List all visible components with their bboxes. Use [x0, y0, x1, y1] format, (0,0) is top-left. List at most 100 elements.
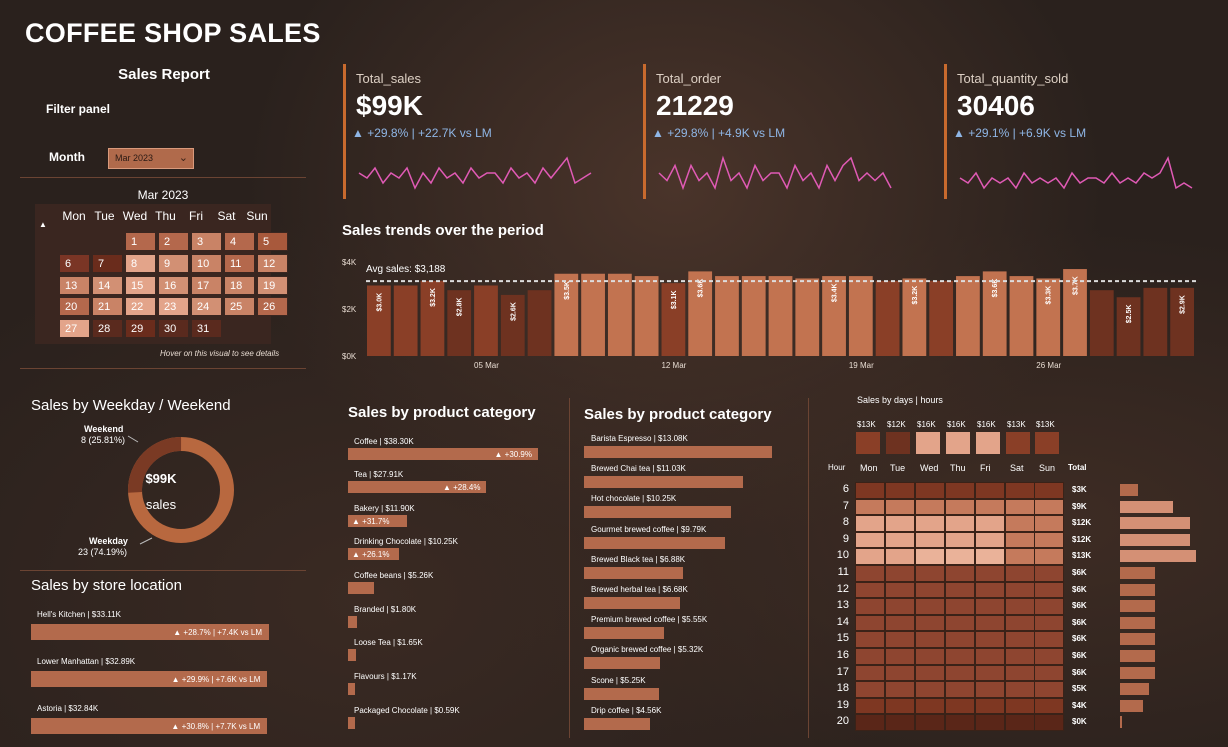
- product-type-bar[interactable]: [584, 566, 683, 579]
- heatmap-cell[interactable]: [915, 498, 945, 516]
- heatmap-cell[interactable]: [885, 648, 915, 665]
- calendar-day[interactable]: 1: [125, 232, 156, 251]
- heatmap-cell[interactable]: [975, 498, 1005, 516]
- heatmap-cell[interactable]: [915, 614, 945, 632]
- heatmap-cell[interactable]: [945, 482, 975, 499]
- calendar-day[interactable]: 13: [59, 275, 90, 295]
- calendar-day[interactable]: 15: [125, 275, 156, 295]
- heatmap-cell[interactable]: [915, 531, 945, 549]
- category-bar[interactable]: [348, 683, 355, 695]
- heatmap-cell[interactable]: [945, 581, 975, 599]
- heatmap-cell[interactable]: [945, 548, 975, 565]
- heatmap-cell[interactable]: [855, 664, 885, 682]
- heatmap-cell[interactable]: [1034, 614, 1064, 632]
- heatmap-cell[interactable]: [915, 631, 945, 648]
- heatmap-cell[interactable]: [1005, 548, 1035, 565]
- product-type-bar[interactable]: [584, 536, 725, 549]
- heatmap-cell[interactable]: [1005, 648, 1035, 665]
- heatmap-cell[interactable]: [885, 581, 915, 599]
- calendar-day[interactable]: 11: [224, 253, 255, 273]
- heatmap-cell[interactable]: [915, 598, 945, 615]
- calendar-day[interactable]: 9: [158, 253, 189, 273]
- heatmap-cell[interactable]: [1034, 697, 1064, 715]
- calendar-day[interactable]: 29: [125, 319, 156, 339]
- product-type-bar[interactable]: [584, 657, 661, 670]
- heatmap-cell[interactable]: [1034, 581, 1064, 599]
- heatmap-cell[interactable]: [855, 482, 885, 499]
- calendar-day[interactable]: 19: [257, 275, 288, 295]
- calendar-day[interactable]: 18: [224, 275, 255, 295]
- calendar-day[interactable]: 17: [191, 275, 222, 295]
- heatmap-cell[interactable]: [975, 681, 1005, 698]
- calendar-day[interactable]: 20: [59, 297, 90, 317]
- heatmap-cell[interactable]: [975, 482, 1005, 499]
- heatmap-cell[interactable]: [885, 631, 915, 648]
- calendar-day[interactable]: 21: [92, 297, 123, 317]
- calendar-day[interactable]: 26: [257, 297, 288, 317]
- heatmap-cell[interactable]: [885, 697, 915, 715]
- heatmap-cell[interactable]: [885, 531, 915, 549]
- heatmap-cell[interactable]: [1034, 681, 1064, 698]
- product-type-bar[interactable]: [584, 687, 660, 700]
- heatmap-cell[interactable]: [855, 515, 885, 532]
- calendar-day[interactable]: 14: [92, 275, 123, 295]
- heatmap-cell[interactable]: [915, 548, 945, 565]
- heatmap-cell[interactable]: [975, 531, 1005, 549]
- calendar-day[interactable]: 7: [92, 253, 123, 273]
- heatmap-cell[interactable]: [1005, 498, 1035, 516]
- heatmap-cell[interactable]: [975, 548, 1005, 565]
- heatmap-cell[interactable]: [885, 515, 915, 532]
- heatmap-cell[interactable]: [1034, 714, 1064, 731]
- heatmap-cell[interactable]: [885, 498, 915, 516]
- heatmap-cell[interactable]: [1005, 482, 1035, 499]
- heatmap-cell[interactable]: [855, 648, 885, 665]
- heatmap-cell[interactable]: [1034, 598, 1064, 615]
- calendar-day[interactable]: 3: [191, 232, 222, 251]
- heatmap-cell[interactable]: [945, 648, 975, 665]
- heatmap-cell[interactable]: [915, 714, 945, 731]
- heatmap-cell[interactable]: [945, 515, 975, 532]
- heatmap-cell[interactable]: [975, 581, 1005, 599]
- heatmap-cell[interactable]: [1005, 681, 1035, 698]
- heatmap-cell[interactable]: [945, 697, 975, 715]
- calendar-day[interactable]: 2: [158, 232, 189, 251]
- heatmap-cell[interactable]: [855, 681, 885, 698]
- calendar-day[interactable]: 24: [191, 297, 222, 317]
- heatmap-cell[interactable]: [1034, 548, 1064, 565]
- heatmap-cell[interactable]: [1005, 598, 1035, 615]
- heatmap-cell[interactable]: [975, 565, 1005, 582]
- heatmap-cell[interactable]: [975, 515, 1005, 532]
- heatmap-cell[interactable]: [915, 697, 945, 715]
- calendar-day[interactable]: 23: [158, 297, 189, 317]
- product-type-bar[interactable]: [584, 627, 664, 640]
- heatmap-cell[interactable]: [975, 631, 1005, 648]
- heatmap-cell[interactable]: [1034, 515, 1064, 532]
- heatmap-cell[interactable]: [855, 565, 885, 582]
- heatmap-cell[interactable]: [1005, 631, 1035, 648]
- heatmap-cell[interactable]: [885, 614, 915, 632]
- calendar-day[interactable]: 30: [158, 319, 189, 339]
- heatmap-cell[interactable]: [1005, 714, 1035, 731]
- heatmap-cell[interactable]: [885, 681, 915, 698]
- heatmap-cell[interactable]: [945, 565, 975, 582]
- category-bar[interactable]: [348, 582, 375, 594]
- heatmap-cell[interactable]: [855, 631, 885, 648]
- heatmap-cell[interactable]: [975, 614, 1005, 632]
- heatmap-cell[interactable]: [1034, 498, 1064, 516]
- product-type-bar[interactable]: [584, 476, 743, 489]
- heatmap-cell[interactable]: [855, 714, 885, 731]
- heatmap-cell[interactable]: [1005, 614, 1035, 632]
- heatmap-cell[interactable]: [975, 598, 1005, 615]
- caret-up-icon[interactable]: ▲: [39, 220, 47, 229]
- calendar-day[interactable]: 10: [191, 253, 222, 273]
- category-bar[interactable]: [348, 649, 357, 661]
- heatmap-cell[interactable]: [945, 598, 975, 615]
- heatmap-cell[interactable]: [1005, 565, 1035, 582]
- heatmap-cell[interactable]: [855, 598, 885, 615]
- heatmap-cell[interactable]: [915, 681, 945, 698]
- heatmap-cell[interactable]: [945, 631, 975, 648]
- heatmap-cell[interactable]: [855, 697, 885, 715]
- heatmap-cell[interactable]: [855, 531, 885, 549]
- month-dropdown[interactable]: Mar 2023 ⌄: [108, 148, 194, 169]
- heatmap-cell[interactable]: [855, 548, 885, 565]
